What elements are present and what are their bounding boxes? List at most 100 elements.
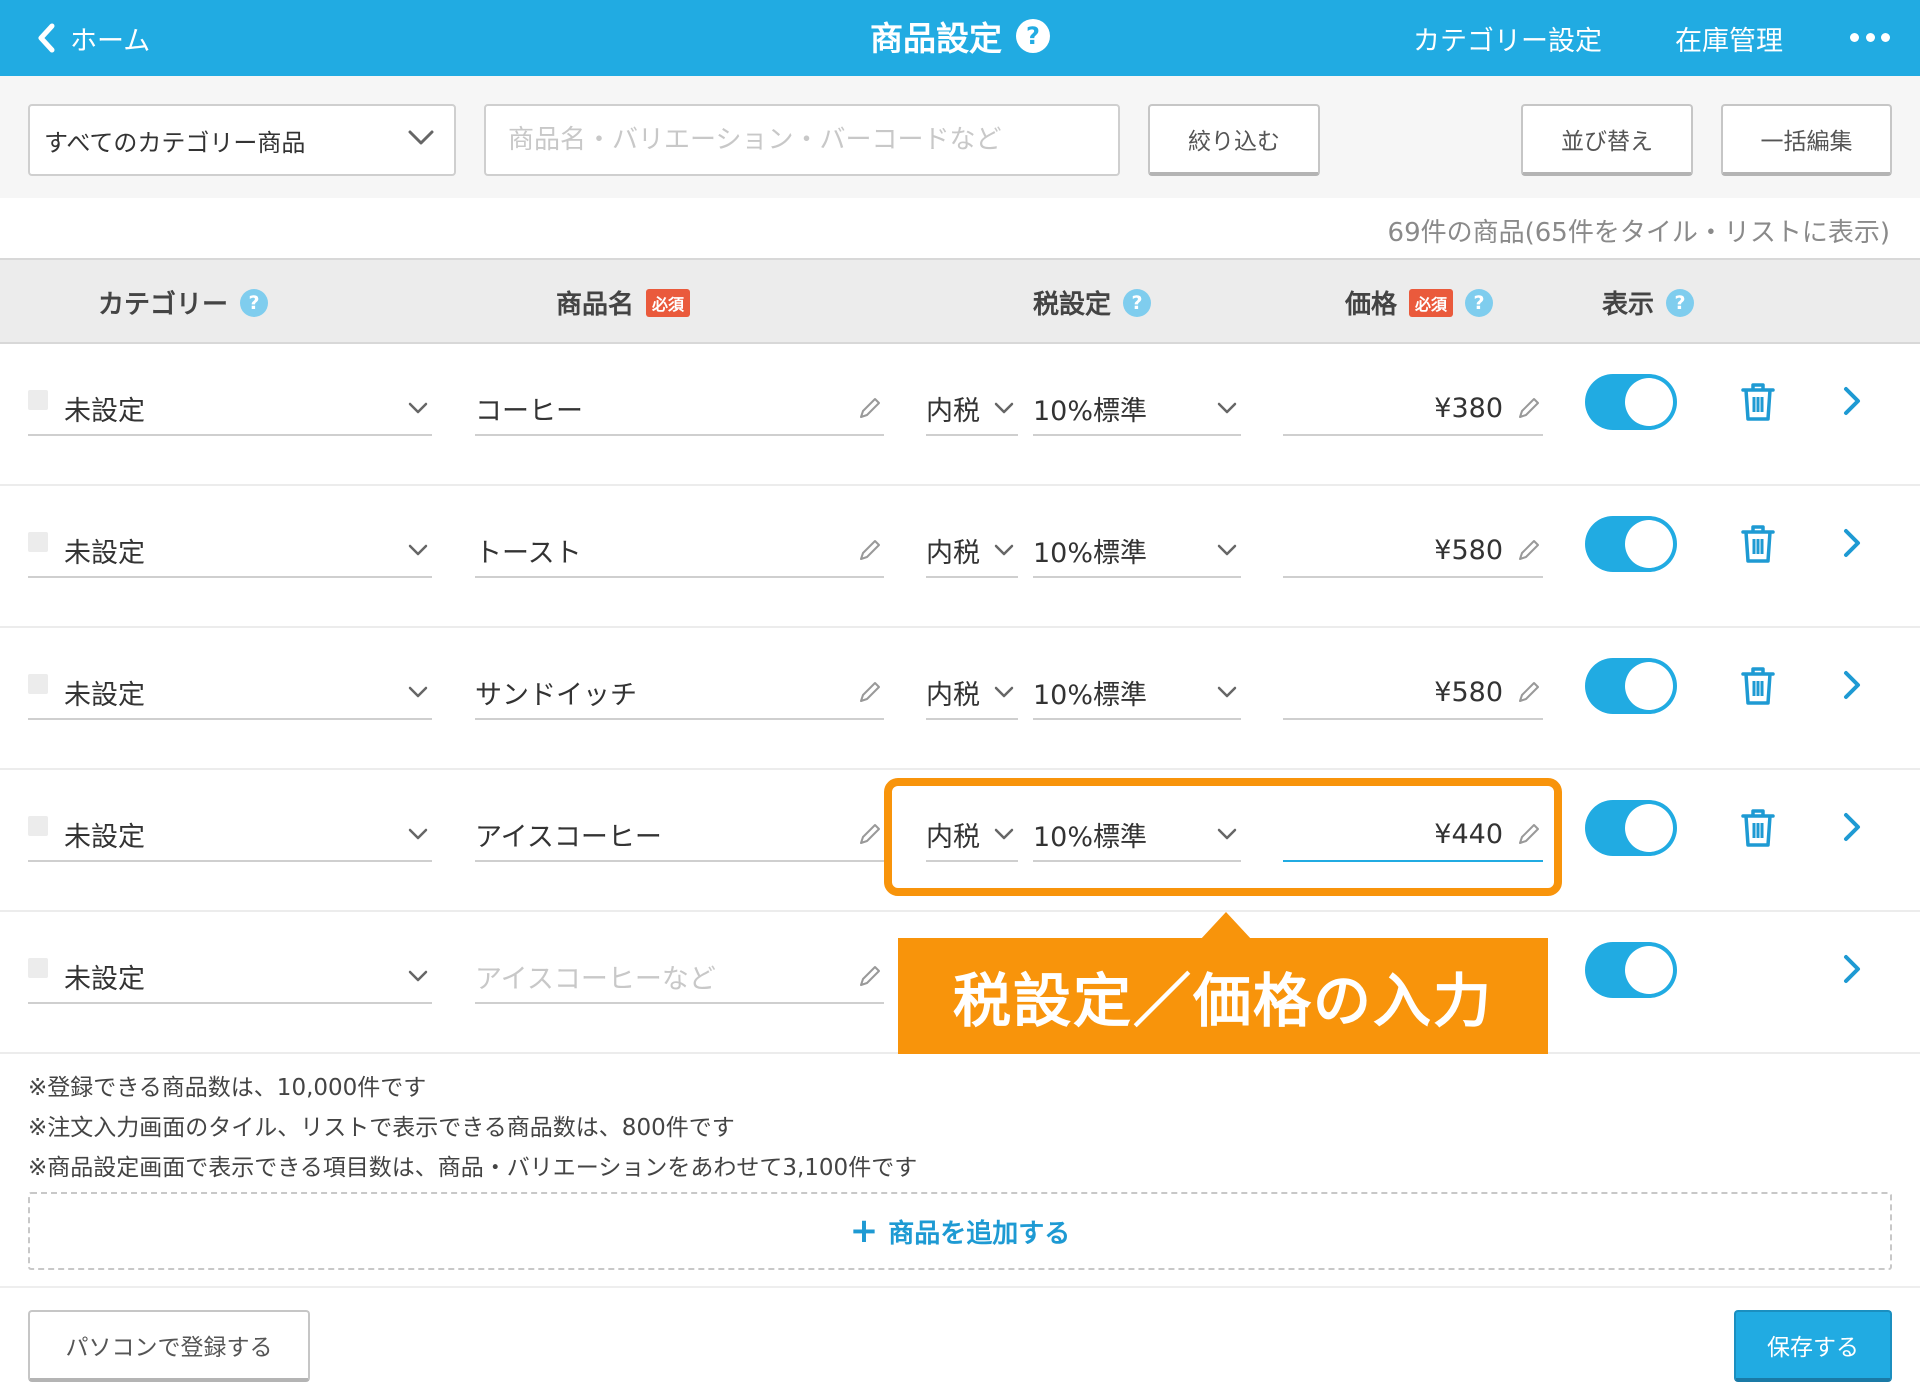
more-menu-icon[interactable] <box>1850 22 1890 52</box>
price-value: ¥580 <box>1434 676 1503 708</box>
callout-pointer <box>1200 912 1252 940</box>
product-name-field[interactable]: トースト <box>475 524 884 578</box>
column-category: カテゴリー ? <box>98 284 269 321</box>
tax-rate-value: 10%標準 <box>1033 395 1148 427</box>
category-dropdown[interactable]: 未設定 <box>28 382 432 436</box>
chevron-down-icon <box>408 130 434 145</box>
sort-button[interactable]: 並び替え <box>1521 104 1693 176</box>
nav-category-settings[interactable]: カテゴリー設定 <box>1413 16 1602 60</box>
chevron-down-icon <box>1217 402 1237 414</box>
column-category-label: カテゴリー <box>98 290 229 320</box>
note-line: ※登録できる商品数は、10,000件です <box>28 1075 427 1101</box>
display-toggle[interactable] <box>1585 516 1677 572</box>
tax-type-dropdown[interactable]: 内税 <box>926 808 1018 862</box>
product-name-field[interactable]: サンドイッチ <box>475 666 884 720</box>
display-toggle[interactable] <box>1585 658 1677 714</box>
chevron-down-icon <box>408 402 428 414</box>
help-icon[interactable]: ? <box>240 288 269 317</box>
pencil-icon <box>860 540 880 560</box>
product-count: 69件の商品(65件をタイル・リストに表示) <box>1387 218 1890 248</box>
category-select-value: すべてのカテゴリー商品 <box>44 128 306 157</box>
tax-rate-dropdown[interactable]: 10%標準 <box>1033 524 1241 578</box>
trash-icon[interactable] <box>1740 666 1776 706</box>
add-product-label: 商品を追加する <box>888 1218 1071 1249</box>
tax-rate-dropdown[interactable]: 10%標準 <box>1033 382 1241 436</box>
save-button[interactable]: 保存する <box>1734 1310 1892 1382</box>
category-dropdown[interactable]: 未設定 <box>28 950 432 1004</box>
product-name-placeholder: アイスコーヒーなど <box>475 963 716 995</box>
help-icon[interactable]: ? <box>1465 288 1494 317</box>
product-name-value: トースト <box>475 537 582 569</box>
column-tax-label: 税設定 <box>1033 290 1112 320</box>
chevron-right-icon[interactable] <box>1842 812 1862 842</box>
category-dropdown[interactable]: 未設定 <box>28 524 432 578</box>
price-field[interactable]: ¥440 <box>1283 808 1543 862</box>
register-on-pc-button[interactable]: パソコンで登録する <box>28 1310 310 1382</box>
column-price-label: 価格 <box>1345 290 1398 320</box>
tax-type-dropdown[interactable]: 内税 <box>926 666 1018 720</box>
category-dropdown[interactable]: 未設定 <box>28 808 432 862</box>
tax-type-dropdown[interactable]: 内税 <box>926 524 1018 578</box>
table-row: 未設定 アイスコーヒー 内税 10%標準 ¥440 <box>0 770 1920 912</box>
chevron-down-icon <box>1217 828 1237 840</box>
chevron-right-icon[interactable] <box>1842 670 1862 700</box>
chevron-right-icon[interactable] <box>1842 954 1862 984</box>
product-name-field[interactable]: アイスコーヒー <box>475 808 884 862</box>
trash-icon[interactable] <box>1740 382 1776 422</box>
required-badge: 必須 <box>1409 288 1454 317</box>
column-display: 表示 ? <box>1602 284 1695 321</box>
chevron-down-icon <box>994 686 1014 698</box>
display-toggle[interactable] <box>1585 800 1677 856</box>
chevron-down-icon <box>408 970 428 982</box>
display-toggle[interactable] <box>1585 942 1677 998</box>
category-dropdown[interactable]: 未設定 <box>28 666 432 720</box>
category-select[interactable]: すべてのカテゴリー商品 <box>28 104 456 176</box>
price-field[interactable]: ¥580 <box>1283 524 1543 578</box>
product-name-field[interactable]: コーヒー <box>475 382 884 436</box>
bulk-edit-button[interactable]: 一括編集 <box>1721 104 1892 176</box>
page-title-text: 商品設定 <box>870 19 1002 58</box>
help-icon[interactable]: ? <box>1666 288 1695 317</box>
chevron-down-icon <box>1217 544 1237 556</box>
trash-icon[interactable] <box>1740 524 1776 564</box>
tax-type-value: 内税 <box>926 395 980 427</box>
product-name-value: コーヒー <box>475 395 583 427</box>
help-icon[interactable]: ? <box>1016 19 1050 53</box>
table-row: 未設定 コーヒー 内税 10%標準 ¥380 <box>0 344 1920 486</box>
tax-rate-value: 10%標準 <box>1033 679 1148 711</box>
chevron-right-icon[interactable] <box>1842 386 1862 416</box>
trash-icon[interactable] <box>1740 808 1776 848</box>
product-name-field[interactable]: アイスコーヒーなど <box>475 950 884 1004</box>
add-product-button[interactable]: + 商品を追加する <box>28 1192 1892 1270</box>
category-value: 未設定 <box>64 963 145 995</box>
tax-type-dropdown[interactable]: 内税 <box>926 382 1018 436</box>
chevron-down-icon <box>408 828 428 840</box>
price-field[interactable]: ¥380 <box>1283 382 1543 436</box>
table-row: 未設定 サンドイッチ 内税 10%標準 ¥580 <box>0 628 1920 770</box>
help-icon[interactable]: ? <box>1123 288 1152 317</box>
filter-button[interactable]: 絞り込む <box>1148 104 1320 176</box>
plus-icon: + <box>849 1211 879 1251</box>
tax-rate-value: 10%標準 <box>1033 537 1148 569</box>
notes: ※登録できる商品数は、10,000件です ※注文入力画面のタイル、リストで表示で… <box>28 1068 917 1188</box>
pencil-icon <box>860 682 880 702</box>
nav-inventory[interactable]: 在庫管理 <box>1675 16 1783 60</box>
pencil-icon <box>1519 824 1539 844</box>
required-badge: 必須 <box>646 288 691 317</box>
price-field[interactable]: ¥580 <box>1283 666 1543 720</box>
search-input[interactable] <box>484 104 1120 176</box>
tax-rate-dropdown[interactable]: 10%標準 <box>1033 808 1241 862</box>
note-line: ※商品設定画面で表示できる項目数は、商品・バリエーションをあわせて3,100件で… <box>28 1155 918 1181</box>
display-toggle[interactable] <box>1585 374 1677 430</box>
pencil-icon <box>860 966 880 986</box>
column-name: 商品名 必須 <box>556 284 691 321</box>
table-row: 未設定 トースト 内税 10%標準 ¥580 <box>0 486 1920 628</box>
category-value: 未設定 <box>64 679 145 711</box>
callout-label: 税設定／価格の入力 <box>898 938 1548 1054</box>
column-price: 価格 必須 ? <box>1345 284 1494 321</box>
price-value: ¥580 <box>1434 534 1503 566</box>
chevron-down-icon <box>994 402 1014 414</box>
chevron-right-icon[interactable] <box>1842 528 1862 558</box>
price-value: ¥440 <box>1434 818 1503 850</box>
tax-rate-dropdown[interactable]: 10%標準 <box>1033 666 1241 720</box>
